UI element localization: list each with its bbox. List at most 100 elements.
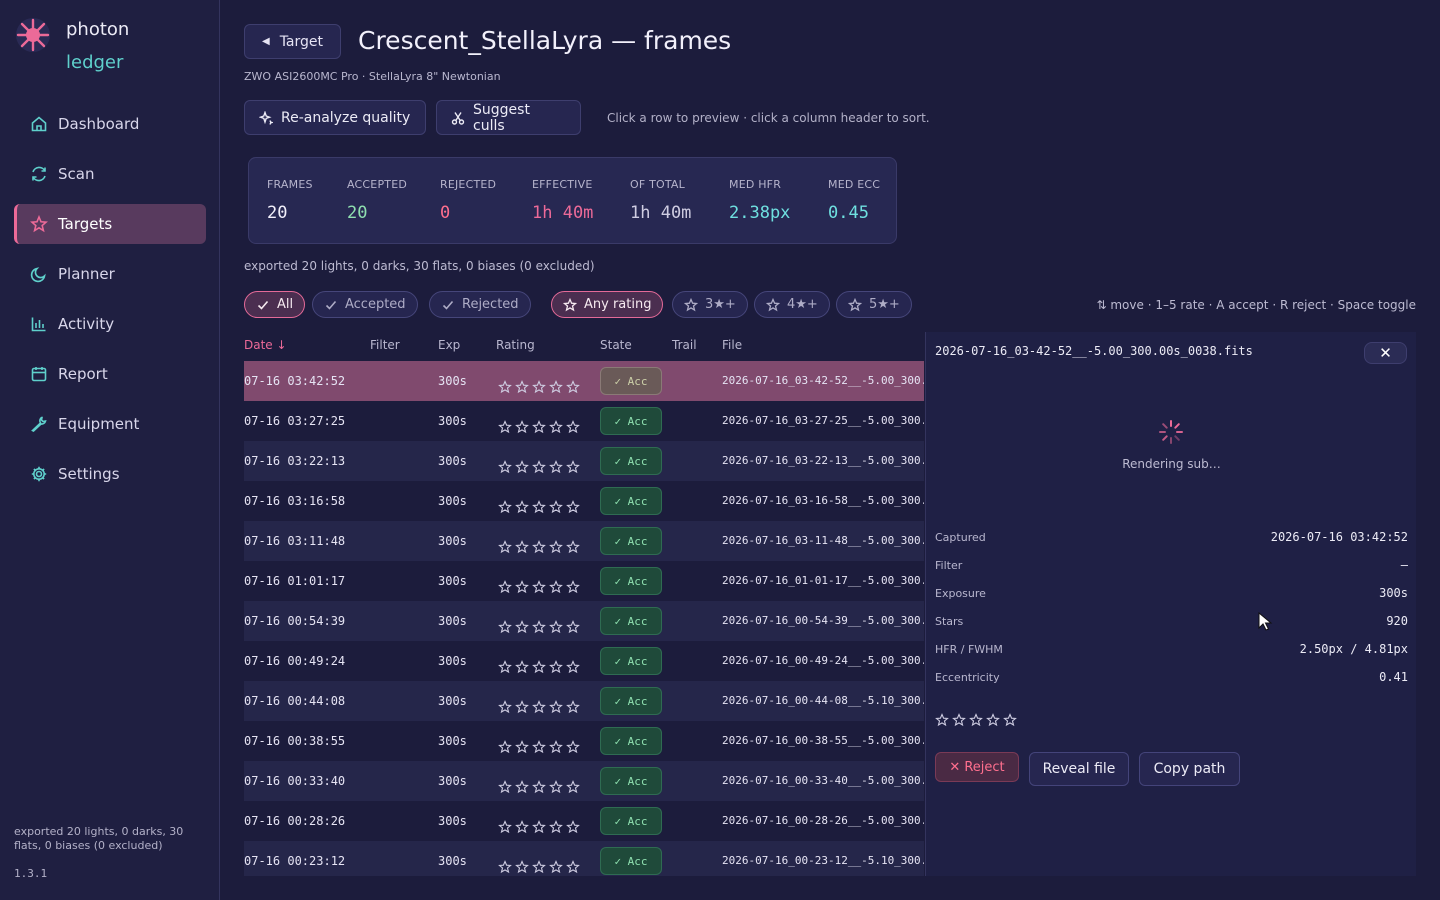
close-preview-button[interactable]: ✕ [1364, 342, 1407, 364]
rating-star-icon[interactable] [549, 740, 563, 754]
rating-star-icon[interactable] [498, 380, 512, 394]
table-row[interactable]: 07-16 00:38:55 300s ✓ Acc 2026-07-16_00-38-… [244, 721, 924, 761]
rating-star-icon[interactable] [566, 380, 580, 394]
sidebar-item-targets[interactable]: Targets [14, 204, 206, 244]
table-row[interactable]: 07-16 03:22:13 300s ✓ Acc 2026-07-16_03-22-… [244, 441, 924, 481]
sidebar-item-planner[interactable]: Planner [14, 254, 206, 294]
rating-star-icon[interactable] [515, 700, 529, 714]
rating-star-icon[interactable] [566, 420, 580, 434]
rating-star-icon[interactable] [515, 580, 529, 594]
rating-star-icon[interactable] [498, 500, 512, 514]
rating-star-icon[interactable] [566, 540, 580, 554]
table-row[interactable]: 07-16 00:49:24 300s ✓ Acc 2026-07-16_00-49-… [244, 641, 924, 681]
table-row[interactable]: 07-16 00:54:39 300s ✓ Acc 2026-07-16_00-54-… [244, 601, 924, 641]
column-date-header[interactable]: Date ↓ [244, 338, 287, 352]
rating-star-icon[interactable] [549, 860, 563, 874]
column-file-header[interactable]: File [722, 338, 742, 352]
column-rating-header[interactable]: Rating [496, 338, 535, 352]
rating-star-icon[interactable] [549, 460, 563, 474]
cell-rating[interactable] [498, 420, 580, 434]
rating-star-icon[interactable] [515, 380, 529, 394]
table-row[interactable]: 07-16 03:42:52 300s ✓ Acc 2026-07-16_03-42-… [244, 361, 924, 401]
suggest-culls-button[interactable]: Suggest culls [436, 100, 581, 135]
rating-star-icon[interactable] [952, 713, 966, 727]
rating-star-icon[interactable] [515, 780, 529, 794]
state-badge[interactable]: ✓ Acc [600, 767, 662, 795]
column-trail-header[interactable]: Trail [672, 338, 697, 352]
sidebar-item-equipment[interactable]: Equipment [14, 404, 206, 444]
state-badge[interactable]: ✓ Acc [600, 487, 662, 515]
rating-star-icon[interactable] [532, 420, 546, 434]
rating-star-icon[interactable] [498, 820, 512, 834]
cell-rating[interactable] [498, 500, 580, 514]
cell-rating[interactable] [498, 380, 580, 394]
rating-star-icon[interactable] [566, 460, 580, 474]
reanalyze-quality-button[interactable]: Re-analyze quality [244, 100, 426, 135]
rating-star-icon[interactable] [532, 860, 546, 874]
rating-star-icon[interactable] [566, 700, 580, 714]
cell-rating[interactable] [498, 860, 580, 874]
state-badge[interactable]: ✓ Acc [600, 687, 662, 715]
sidebar-item-settings[interactable]: Settings [14, 454, 206, 494]
copy-path-button[interactable]: Copy path [1139, 752, 1240, 786]
rating-star-icon[interactable] [532, 740, 546, 754]
rating-star-icon[interactable] [498, 700, 512, 714]
filter-rejected-chip[interactable]: Rejected [429, 291, 531, 318]
state-badge[interactable]: ✓ Acc [600, 407, 662, 435]
state-badge[interactable]: ✓ Acc [600, 367, 662, 395]
sidebar-item-dashboard[interactable]: Dashboard [14, 104, 206, 144]
cell-rating[interactable] [498, 580, 580, 594]
state-badge[interactable]: ✓ Acc [600, 807, 662, 835]
rating-star-icon[interactable] [532, 580, 546, 594]
table-row[interactable]: 07-16 00:33:40 300s ✓ Acc 2026-07-16_00-33-… [244, 761, 924, 801]
rating-star-icon[interactable] [549, 820, 563, 834]
rating-star-icon[interactable] [498, 420, 512, 434]
rating-star-icon[interactable] [566, 740, 580, 754]
cell-rating[interactable] [498, 820, 580, 834]
sidebar-item-scan[interactable]: Scan [14, 154, 206, 194]
back-to-target-button[interactable]: ◀ Target [244, 24, 341, 59]
rating-star-icon[interactable] [532, 460, 546, 474]
rating-star-icon[interactable] [532, 660, 546, 674]
rating-star-icon[interactable] [566, 860, 580, 874]
rating-star-icon[interactable] [549, 660, 563, 674]
rating-star-icon[interactable] [532, 540, 546, 554]
column-state-header[interactable]: State [600, 338, 632, 352]
table-row[interactable]: 07-16 01:01:17 300s ✓ Acc 2026-07-16_01-01-… [244, 561, 924, 601]
state-badge[interactable]: ✓ Acc [600, 647, 662, 675]
rating-star-icon[interactable] [969, 713, 983, 727]
filter-accepted-chip[interactable]: Accepted [312, 291, 418, 318]
rating-star-icon[interactable] [498, 860, 512, 874]
rating-star-icon[interactable] [498, 620, 512, 634]
rating-star-icon[interactable] [532, 780, 546, 794]
cell-rating[interactable] [498, 620, 580, 634]
rating-star-icon[interactable] [498, 580, 512, 594]
rating-star-icon[interactable] [566, 660, 580, 674]
cell-rating[interactable] [498, 780, 580, 794]
rating-star-icon[interactable] [986, 713, 1000, 727]
rating-star-icon[interactable] [549, 540, 563, 554]
filter-5star-chip[interactable]: 5★+ [836, 291, 912, 318]
rating-star-icon[interactable] [549, 380, 563, 394]
rating-star-icon[interactable] [532, 820, 546, 834]
rating-star-icon[interactable] [566, 580, 580, 594]
rating-star-icon[interactable] [515, 860, 529, 874]
rating-star-icon[interactable] [549, 700, 563, 714]
column-filter-header[interactable]: Filter [370, 338, 400, 352]
table-row[interactable]: 07-16 03:11:48 300s ✓ Acc 2026-07-16_03-11-… [244, 521, 924, 561]
rating-star-icon[interactable] [549, 620, 563, 634]
state-badge[interactable]: ✓ Acc [600, 527, 662, 555]
rating-star-icon[interactable] [498, 540, 512, 554]
rating-star-icon[interactable] [532, 500, 546, 514]
cell-rating[interactable] [498, 660, 580, 674]
cell-rating[interactable] [498, 540, 580, 554]
table-row[interactable]: 07-16 03:27:25 300s ✓ Acc 2026-07-16_03-27-… [244, 401, 924, 441]
rating-star-icon[interactable] [532, 620, 546, 634]
rating-star-icon[interactable] [566, 820, 580, 834]
rating-star-icon[interactable] [498, 780, 512, 794]
rating-star-icon[interactable] [515, 420, 529, 434]
table-row[interactable]: 07-16 00:23:12 300s ✓ Acc 2026-07-16_00-23-… [244, 841, 924, 876]
state-badge[interactable]: ✓ Acc [600, 727, 662, 755]
preview-rating-stars[interactable] [935, 713, 1017, 727]
filter-4star-chip[interactable]: 4★+ [754, 291, 830, 318]
